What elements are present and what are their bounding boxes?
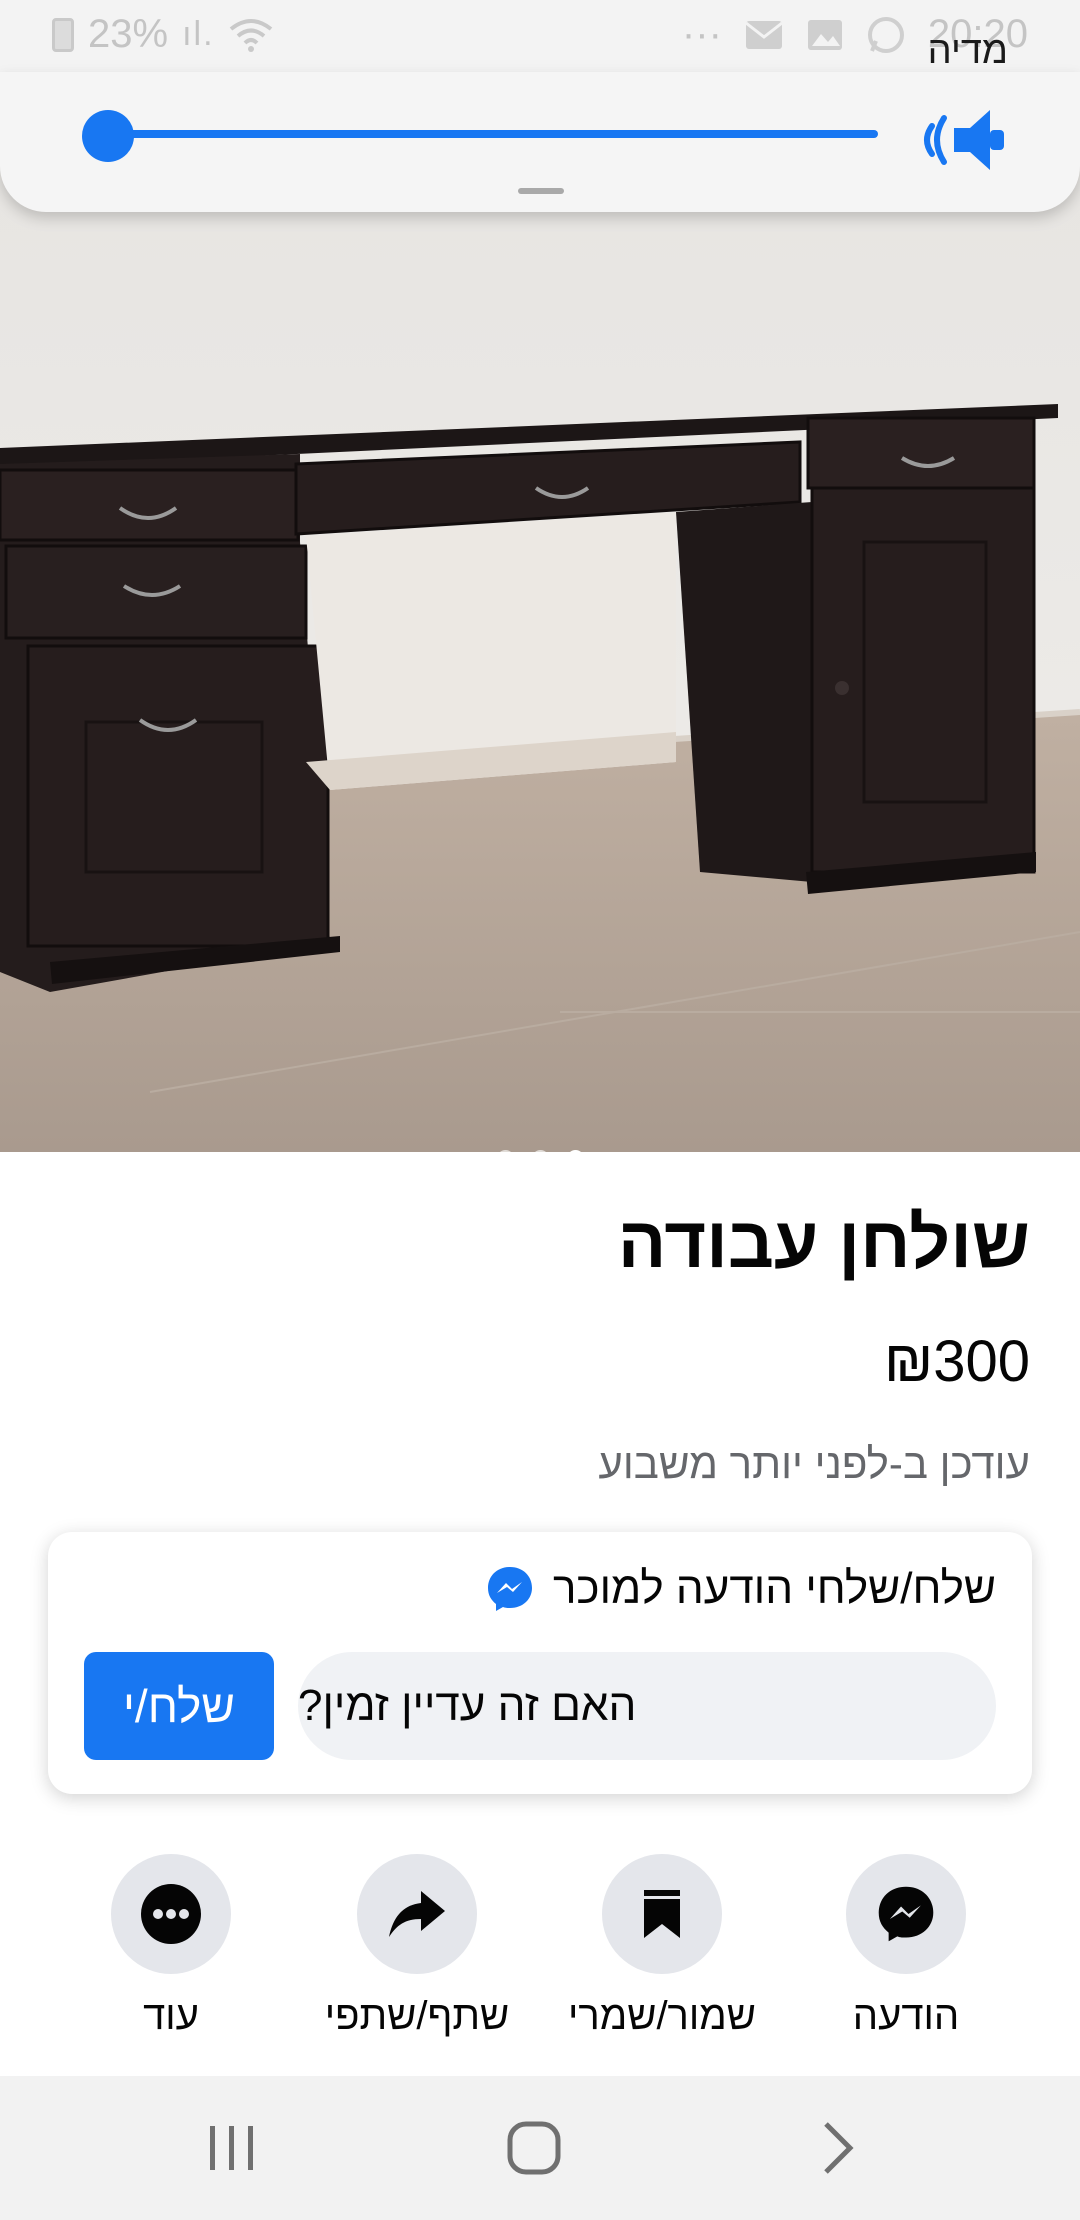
messenger-icon [878, 1886, 934, 1942]
save-action-button[interactable]: שמור/שמרי [542, 1854, 782, 2039]
back-icon[interactable] [808, 2118, 868, 2178]
wifi-icon [229, 18, 272, 52]
message-card-title: שלח/שלחי הודעה למוכר [552, 1564, 996, 1613]
status-bar: 23% ıl. ··· 20:20 [0, 0, 1080, 72]
listing-updated: עודכן ב-לפני יותר משבוע [598, 1440, 1030, 1487]
pager-dot[interactable] [496, 1150, 514, 1152]
photo-pager[interactable] [0, 1150, 1080, 1152]
share-action-label: שתף/שתפי [324, 1994, 510, 2038]
message-action-button[interactable]: הודעה [786, 1854, 1026, 2039]
battery-level: 23% [88, 12, 169, 56]
save-action-label: שמור/שמרי [568, 1994, 756, 2038]
listing-title: שולחן עבודה [617, 1203, 1030, 1283]
more-icon [141, 1884, 201, 1944]
volume-panel: מדיה [0, 30, 1080, 212]
system-nav-bar [0, 2076, 1080, 2220]
battery-icon [52, 17, 74, 52]
gallery-icon [807, 19, 842, 50]
volume-slider[interactable] [106, 130, 878, 138]
more-icon: ··· [681, 12, 722, 56]
share-icon [389, 1891, 445, 1937]
panel-drag-handle[interactable] [518, 188, 564, 194]
send-button[interactable]: שלח/י [84, 1652, 274, 1760]
message-input[interactable]: האם זה עדיין זמין? [298, 1652, 996, 1760]
messenger-icon [487, 1567, 532, 1611]
recent-apps-icon[interactable] [202, 2118, 262, 2178]
product-photo[interactable] [0, 72, 1080, 1152]
message-action-circle[interactable] [846, 1854, 966, 1974]
save-action-circle[interactable] [602, 1854, 722, 1974]
message-seller-card: שלח/שלחי הודעה למוכר האם זה עדיין זמין? … [48, 1532, 1032, 1794]
speaker-icon[interactable] [918, 100, 1008, 180]
message-action-label: הודעה [852, 1994, 960, 2038]
bookmark-icon [644, 1890, 680, 1938]
more-action-circle[interactable] [111, 1854, 231, 1974]
whatsapp-icon [867, 16, 904, 53]
action-row: הודעה שמור/שמרי שתף/שתפי עוד [0, 1854, 1080, 2054]
volume-slider-thumb[interactable] [82, 110, 134, 162]
desk-photo-image [0, 72, 1080, 1152]
signal-icon: ıl. [182, 15, 215, 53]
email-icon [744, 20, 783, 49]
share-action-circle[interactable] [357, 1854, 477, 1974]
more-action-label: עוד [143, 1994, 199, 2038]
message-card-header: שלח/שלחי הודעה למוכר [485, 1564, 996, 1614]
listing-price: ₪300 [883, 1329, 1030, 1394]
pager-dot-active[interactable] [566, 1150, 584, 1152]
share-action-button[interactable]: שתף/שתפי [297, 1854, 537, 2039]
more-action-button[interactable]: עוד [51, 1854, 291, 2039]
volume-stream-label: מדיה [927, 30, 1008, 72]
status-left: 23% ıl. [52, 12, 273, 57]
pager-dot[interactable] [531, 1150, 549, 1152]
home-icon[interactable] [504, 2118, 564, 2178]
